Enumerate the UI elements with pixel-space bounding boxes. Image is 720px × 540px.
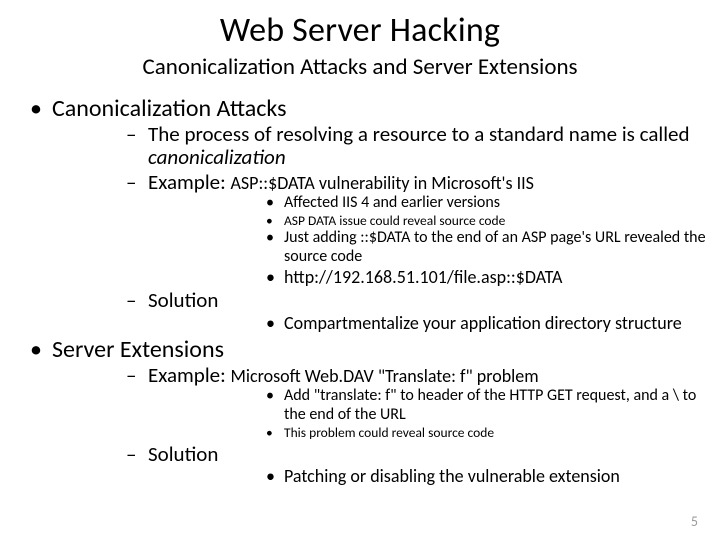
sublist: Example: Microsoft Web.DAV "Translate: f… (52, 364, 720, 487)
bullet-adding: Just adding ::$DATA to the end of an ASP… (148, 229, 720, 267)
bullet-server-extensions: Server Extensions Example: Microsoft Web… (0, 336, 720, 487)
sublist: The process of resolving a resource to a… (52, 123, 720, 335)
sublist: This problem could reveal source code (148, 425, 720, 441)
bullet-issue: ASP DATA issue could reveal source code (148, 213, 720, 229)
slide-subtitle: Canonicalization Attacks and Server Exte… (0, 53, 720, 81)
bullet-compartmentalize: Compartmentalize your application direct… (148, 313, 720, 334)
page-number: 5 (691, 513, 698, 530)
bullet-example-asp: Example: ASP::$DATA vulnerability in Mic… (52, 171, 720, 289)
text: Canonicalization Attacks (52, 94, 286, 123)
label: Example: (148, 362, 230, 388)
sublist: Just adding ::$DATA to the end of an ASP… (148, 229, 720, 267)
bullet-canonicalization: Canonicalization Attacks The process of … (0, 95, 720, 334)
sublist: http://192.168.51.101/file.asp::$DATA (148, 267, 720, 288)
example-text: ASP::$DATA vulnerability in Microsoft's … (230, 172, 533, 194)
text: Solution (148, 287, 218, 313)
bullet-solution-b: Solution Patching or disabling the vulne… (52, 443, 720, 488)
bullet-definition: The process of resolving a resource to a… (52, 123, 720, 170)
content-root: Canonicalization Attacks The process of … (0, 95, 720, 487)
bullet-example-webdav: Example: Microsoft Web.DAV "Translate: f… (52, 364, 720, 442)
sublist: Add "translate: f" to header of the HTTP… (148, 387, 720, 425)
bullet-solution-a: Solution Compartmentalize your applicati… (52, 289, 720, 334)
sublist: Patching or disabling the vulnerable ext… (148, 466, 720, 487)
sublist: ASP DATA issue could reveal source code (148, 213, 720, 229)
bullet-url-example: http://192.168.51.101/file.asp::$DATA (148, 267, 720, 288)
bullet-patching: Patching or disabling the vulnerable ext… (148, 466, 720, 487)
bullet-reveal: This problem could reveal source code (148, 425, 720, 441)
text: The process of resolving a resource to a… (148, 121, 690, 147)
text: Server Extensions (52, 335, 224, 364)
bullet-affected: Affected IIS 4 and earlier versions (148, 194, 720, 213)
italic-term: canonicalization (148, 144, 286, 170)
label: Example: (148, 169, 230, 195)
text: Solution (148, 441, 218, 467)
slide-title: Web Server Hacking (0, 10, 720, 51)
sublist: Compartmentalize your application direct… (148, 313, 720, 334)
sublist: Affected IIS 4 and earlier versions (148, 194, 720, 213)
bullet-add-header: Add "translate: f" to header of the HTTP… (148, 387, 720, 425)
example-text: Microsoft Web.DAV "Translate: f" problem (230, 365, 538, 387)
slide: Web Server Hacking Canonicalization Atta… (0, 0, 720, 540)
